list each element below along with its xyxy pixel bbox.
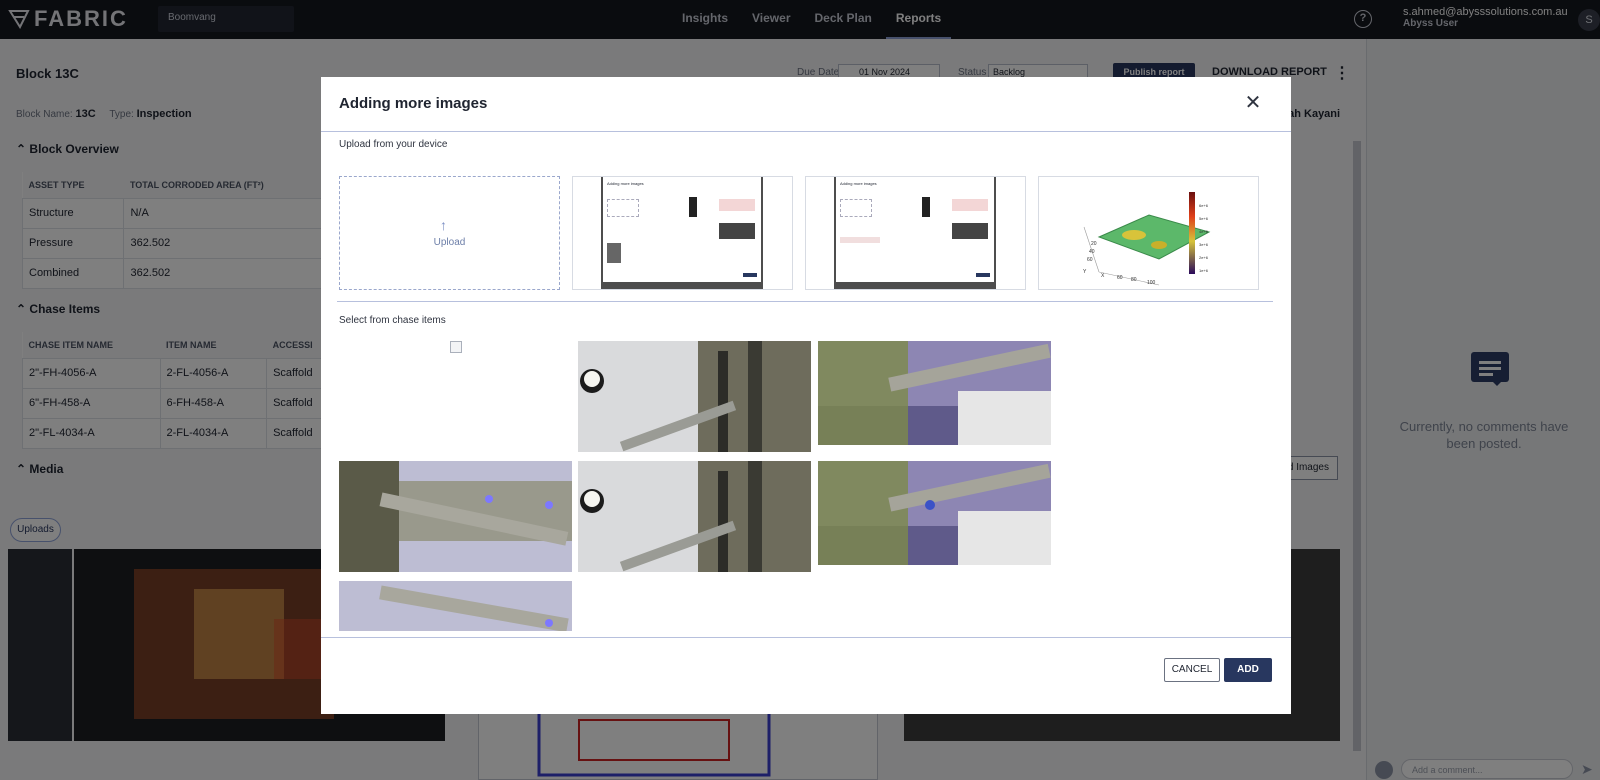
uploaded-image-thumbnail[interactable]: Adding more images: [805, 176, 1026, 290]
chase-item-image[interactable]: [818, 461, 1051, 565]
platform-photo: [339, 461, 572, 572]
uploaded-image-thumbnail[interactable]: Adding more images: [572, 176, 793, 290]
upload-section-label: Upload from your device: [339, 139, 448, 150]
screenshot-thumbnail: Adding more images: [601, 177, 763, 289]
platform-photo: [818, 341, 1051, 445]
platform-photo: [818, 461, 1051, 565]
platform-photo: [578, 341, 811, 452]
platform-photo: [578, 461, 811, 572]
uploaded-image-thumbnail[interactable]: 6e+6 5e+6 4e+6 3e+6 2e+6 1e+6 20 40 60 Y…: [1038, 176, 1259, 290]
axis-label: Y: [1083, 269, 1087, 275]
axis-tick: 60: [1087, 257, 1093, 263]
screenshot-thumbnail: Adding more images: [834, 177, 996, 289]
upload-arrow-icon: ↑: [440, 217, 447, 233]
close-icon[interactable]: ✕: [1244, 93, 1262, 113]
colorbar-tick: 2e+6: [1199, 255, 1209, 260]
chase-item-image[interactable]: [578, 341, 811, 452]
broken-image-icon: [450, 341, 462, 353]
chase-item-image[interactable]: [578, 461, 811, 572]
colorbar-tick: 1e+6: [1199, 268, 1209, 273]
chase-section-label: Select from chase items: [339, 315, 446, 326]
axis-tick: 20: [1091, 241, 1097, 247]
thumbnail-title: Adding more images: [607, 181, 644, 186]
thumbnail-title: Adding more images: [840, 181, 877, 186]
colorbar-tick: 4e+6: [1199, 229, 1209, 234]
colorbar-tick: 3e+6: [1199, 242, 1209, 247]
divider: [321, 131, 1291, 132]
colorbar-tick: 6e+6: [1199, 203, 1209, 208]
dialog-title: Adding more images: [339, 95, 488, 112]
colorbar-tick: 5e+6: [1199, 216, 1209, 221]
surface-plot-thumbnail: 6e+6 5e+6 4e+6 3e+6 2e+6 1e+6 20 40 60 Y…: [1083, 192, 1211, 286]
axis-tick: 100: [1147, 280, 1156, 286]
chase-item-image[interactable]: [339, 581, 572, 631]
axis-tick: 60: [1117, 275, 1123, 281]
axis-tick: 80: [1131, 277, 1137, 283]
chase-item-image[interactable]: [818, 341, 1051, 445]
divider: [337, 301, 1273, 302]
add-button[interactable]: ADD: [1224, 658, 1272, 682]
add-images-dialog: Adding more images ✕ Upload from your de…: [321, 77, 1291, 714]
axis-tick: 40: [1089, 249, 1095, 255]
chase-item-image-missing[interactable]: [339, 341, 572, 452]
platform-photo: [339, 581, 572, 631]
upload-dropzone[interactable]: ↑ Upload: [339, 176, 560, 290]
chase-item-image[interactable]: [339, 461, 572, 572]
cancel-button[interactable]: CANCEL: [1164, 658, 1220, 682]
divider: [321, 637, 1291, 638]
axis-label: X: [1101, 273, 1105, 279]
upload-label: Upload: [433, 237, 466, 248]
